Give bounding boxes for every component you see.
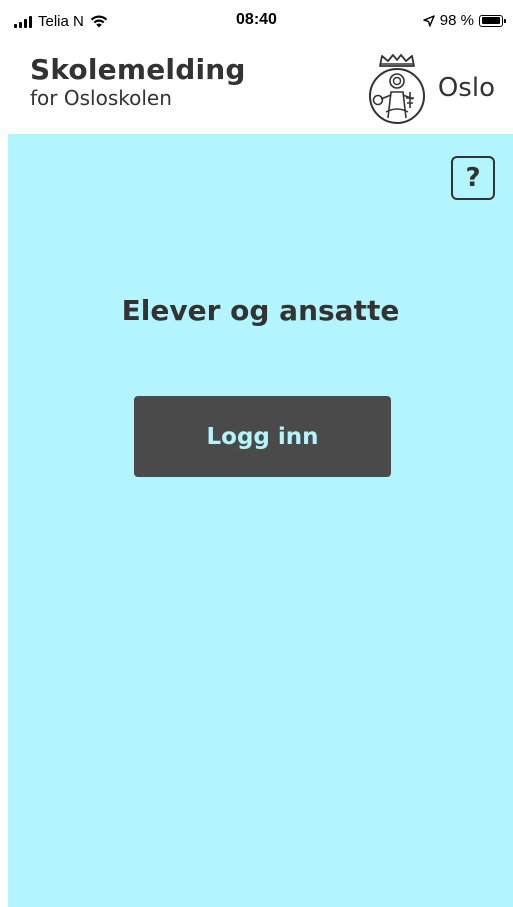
page-heading: Elever og ansatte <box>121 294 400 327</box>
app-title: Skolemelding <box>30 53 246 86</box>
app-header: Skolemelding for Osloskolen Oslo <box>0 44 513 134</box>
help-button[interactable]: ? <box>451 156 495 200</box>
app-screen: Telia N 08:40 98 % Skolemelding for Oslo… <box>0 0 513 907</box>
battery-fill <box>481 17 501 24</box>
login-panel: ? Elever og ansatte Logg inn <box>8 134 513 907</box>
status-right: 98 % <box>423 12 506 29</box>
app-subtitle: for Osloskolen <box>30 86 172 110</box>
oslo-logo: Oslo <box>364 52 495 124</box>
oslo-seal-icon <box>368 54 425 124</box>
brand: Skolemelding for Osloskolen <box>30 53 246 111</box>
login-button[interactable]: Logg inn <box>134 396 391 477</box>
battery-icon <box>479 14 506 27</box>
battery-percent: 98 % <box>439 12 474 29</box>
city-name: Oslo <box>437 73 495 103</box>
status-bar: Telia N 08:40 98 % <box>0 0 513 44</box>
location-arrow-icon <box>423 14 435 27</box>
